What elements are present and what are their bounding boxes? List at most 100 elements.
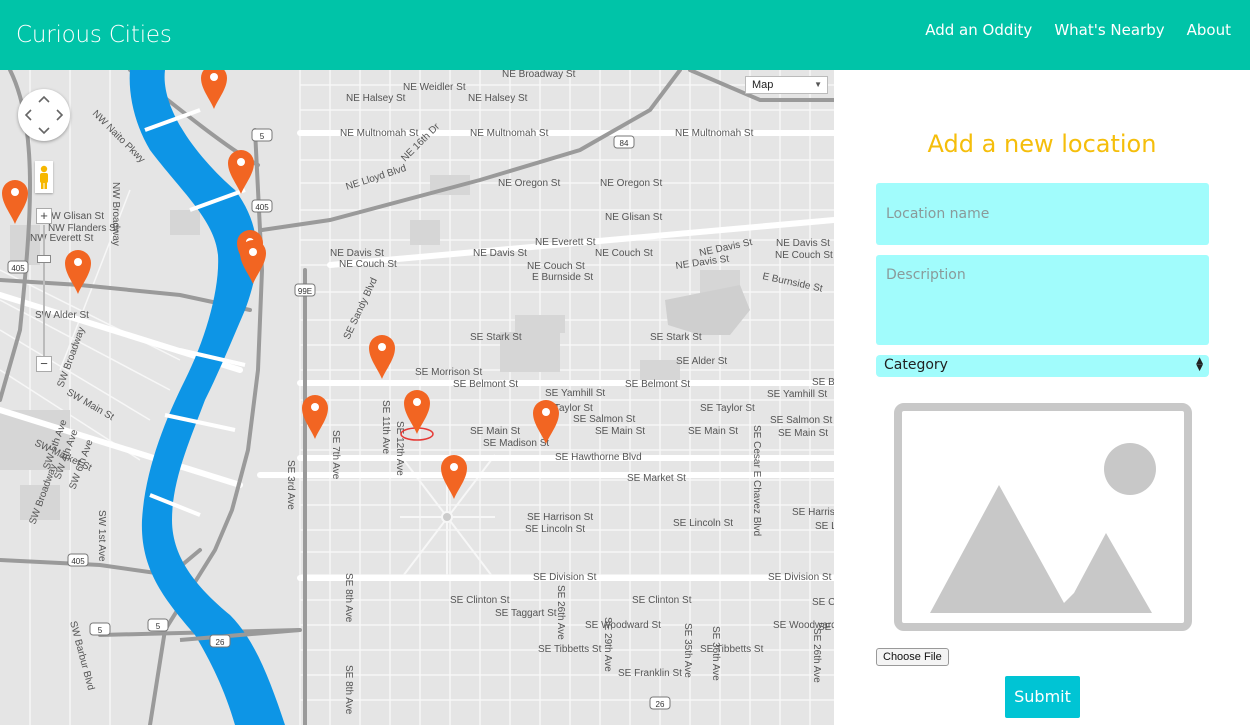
zoom-slider-track[interactable] <box>43 225 45 357</box>
street-label: NE Oregon St <box>600 178 662 189</box>
street-label: SE Division St <box>768 572 832 583</box>
highway-shield: 405 <box>7 260 29 274</box>
street-label: SE Main St <box>470 426 520 437</box>
svg-text:405: 405 <box>11 264 25 273</box>
zoom-in-button[interactable]: + <box>36 208 52 224</box>
street-label: SE Stark St <box>650 332 702 343</box>
nav-add-oddity[interactable]: Add an Oddity <box>925 21 1032 39</box>
map-type-select[interactable]: Map ▼ <box>745 76 828 94</box>
street-label: SE Salmon St <box>573 414 635 425</box>
street-label: SE Tibbetts St <box>538 644 602 655</box>
svg-text:405: 405 <box>71 557 85 566</box>
svg-text:5: 5 <box>98 626 103 635</box>
street-label: SE Division St <box>533 572 597 583</box>
street-label: NE Davis St <box>473 248 527 259</box>
highway-shield: 26 <box>209 634 231 648</box>
svg-text:84: 84 <box>620 139 629 148</box>
street-label: NE Davis St <box>330 248 384 259</box>
street-label: SE Yamhill St <box>767 389 827 400</box>
select-arrows-icon: ▲ ▼ <box>1196 356 1203 373</box>
street-label: SE Lincoln St <box>525 524 585 535</box>
street-label: SE 8th Ave <box>343 573 354 623</box>
street-label: SE Main St <box>778 428 828 439</box>
category-select[interactable]: Category ▲ ▼ <box>876 355 1209 377</box>
street-label: SE Clinton St <box>450 595 510 606</box>
submit-button[interactable]: Submit <box>1005 676 1080 718</box>
choose-file-button[interactable]: Choose File <box>876 648 949 666</box>
street-label: E Burnside St <box>761 271 823 295</box>
nav-about[interactable]: About <box>1187 21 1231 39</box>
street-label: SE Harris <box>792 507 834 518</box>
street-label: SE 12th Ave <box>394 421 405 476</box>
location-marker-icon[interactable] <box>441 455 467 499</box>
form-title: Add a new location <box>927 130 1157 158</box>
location-name-input[interactable] <box>876 183 1209 245</box>
street-label: SE 8th Ave <box>343 665 354 715</box>
chevron-down-icon: ▼ <box>814 80 822 89</box>
map-tiles: NE Broadway St NE Weidler StNE Halsey St N… <box>0 70 834 725</box>
street-label: SE Sandy Blvd <box>342 276 380 341</box>
highway-shield: 5 <box>147 618 169 632</box>
street-label: E Burnside St <box>532 272 593 283</box>
street-label: NE Couch St <box>775 250 833 261</box>
street-label: SE Salmon St <box>770 415 832 426</box>
location-marker-icon[interactable] <box>2 180 28 224</box>
street-label: NE Davis St <box>675 254 730 272</box>
street-label: SE Lincoln St <box>673 518 733 529</box>
street-label: NE Oregon St <box>498 178 560 189</box>
street-label: SE Harrison St <box>527 512 593 523</box>
svg-text:99E: 99E <box>298 287 312 296</box>
street-label: SE Stark St <box>470 332 522 343</box>
brand-logo[interactable]: Curious Cities <box>16 22 172 48</box>
street-label: SE Tibbetts St <box>700 644 764 655</box>
pegman-icon <box>40 165 48 189</box>
highway-shield: 405 <box>67 553 89 567</box>
pan-arrows-icon <box>24 95 64 135</box>
street-label: SE 35th Ave <box>682 623 693 678</box>
street-label: NW Glisan St <box>44 211 104 222</box>
zoom-control: + − <box>36 205 52 377</box>
map-canvas[interactable]: NE Broadway St NE Weidler St NE Halsey St N… <box>0 70 834 725</box>
street-label: NE Multnomah St <box>470 128 549 139</box>
highway-shield: 26 <box>649 696 671 710</box>
svg-text:405: 405 <box>255 203 269 212</box>
street-label: SE Taggart St <box>495 608 557 619</box>
category-selected-value: Category <box>884 357 948 373</box>
street-label: SE Market St <box>627 473 686 484</box>
street-label: SE 26th Ave <box>811 628 822 683</box>
street-label: SE Morrison St <box>415 367 482 378</box>
street-labels: NE Broadway St NE Weidler StNE Halsey St N… <box>27 70 834 715</box>
nav-whats-nearby[interactable]: What's Nearby <box>1054 21 1164 39</box>
street-label: SE Li <box>815 521 834 532</box>
zoom-out-button[interactable]: − <box>36 356 52 372</box>
street-label: NE Broadway St <box>502 70 576 80</box>
street-label: NE Couch St <box>339 259 397 270</box>
street-label: SE 26th Ave <box>555 585 566 640</box>
street-label: SE Alder St <box>676 356 727 367</box>
highway-shield: 84 <box>613 135 635 149</box>
street-label: SE Cesar E Chavez Blvd <box>751 425 762 536</box>
street-label: SW Main St <box>65 387 116 423</box>
pan-control[interactable] <box>18 89 70 141</box>
street-label: NE Halsey St <box>468 93 528 104</box>
street-label: SE 3rd Ave <box>285 460 296 510</box>
street-label: SE Hawthorne Blvd <box>555 452 642 463</box>
svg-text:5: 5 <box>156 622 161 631</box>
svg-text:26: 26 <box>656 700 665 709</box>
street-label: NE Lloyd Blvd <box>345 163 408 193</box>
street-label: NE Multnomah St <box>340 128 419 139</box>
street-label: SE 29th Ave <box>602 617 613 672</box>
street-label: SE Taylor St <box>700 403 755 414</box>
zoom-slider-thumb[interactable] <box>37 255 51 263</box>
main-nav: Add an Oddity What's Nearby About <box>914 21 1242 39</box>
image-placeholder-icon <box>894 403 1192 631</box>
street-label: SE Woodward St <box>585 620 661 631</box>
street-label: SE Yamhill St <box>545 388 605 399</box>
location-marker-icon[interactable] <box>201 70 227 109</box>
description-input[interactable] <box>876 255 1209 345</box>
street-label: SE Clinton St <box>632 595 692 606</box>
street-label: NE Glisan St <box>605 212 662 223</box>
street-view-pegman[interactable] <box>35 161 53 193</box>
add-location-panel: Add a new location Category ▲▼ Choose Fi… <box>834 70 1250 725</box>
location-marker-icon[interactable] <box>369 335 395 379</box>
